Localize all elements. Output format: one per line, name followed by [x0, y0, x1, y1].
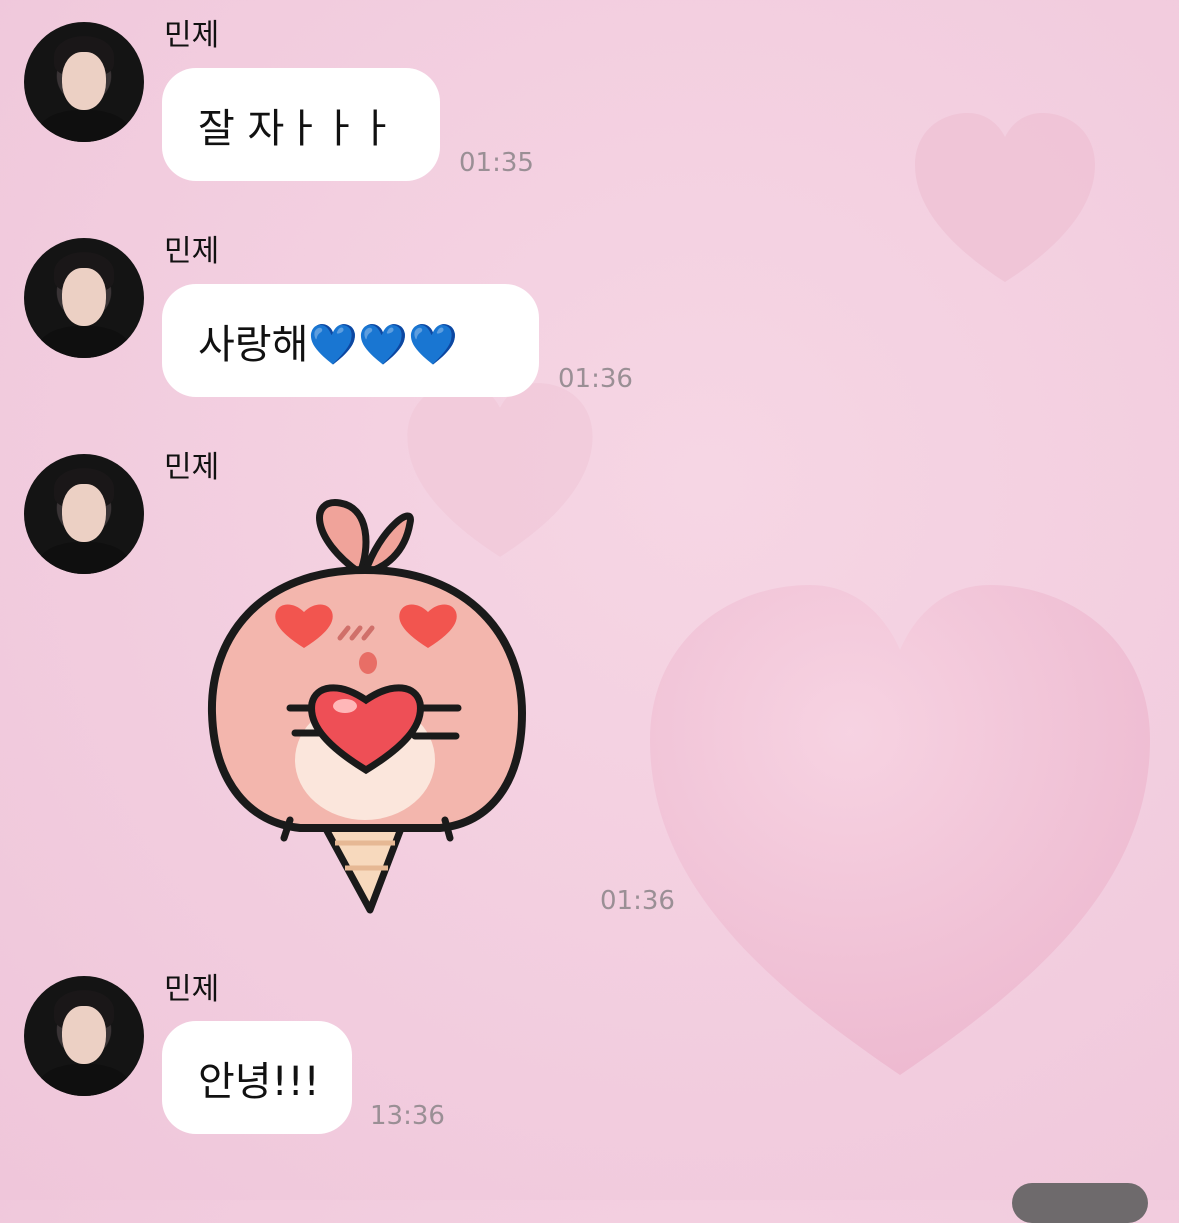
avatar[interactable] [24, 22, 144, 142]
sender-name: 민제 [164, 234, 220, 269]
message-time: 13:36 [370, 1101, 445, 1131]
message-time: 01:35 [459, 148, 534, 178]
message-time: 01:36 [558, 364, 633, 394]
message-bubble[interactable]: 잘 자ㅏㅏㅏ [162, 68, 440, 181]
sender-name: 민제 [164, 18, 220, 53]
avatar[interactable] [24, 454, 144, 574]
sender-name: 민제 [164, 450, 220, 485]
message-bubble[interactable]: 안녕!!! [162, 1021, 352, 1134]
message-bubble[interactable]: 사랑해💙💙💙 [162, 284, 539, 397]
scroll-to-bottom-button[interactable] [1012, 1183, 1148, 1223]
message-time: 01:36 [600, 886, 675, 916]
avatar[interactable] [24, 976, 144, 1096]
background-heart-small [915, 113, 1095, 282]
avatar[interactable] [24, 238, 144, 358]
background-heart-large [650, 585, 1150, 1075]
peach-ice-cream-heart-sticker[interactable] [200, 498, 530, 918]
sender-name: 민제 [164, 972, 220, 1007]
